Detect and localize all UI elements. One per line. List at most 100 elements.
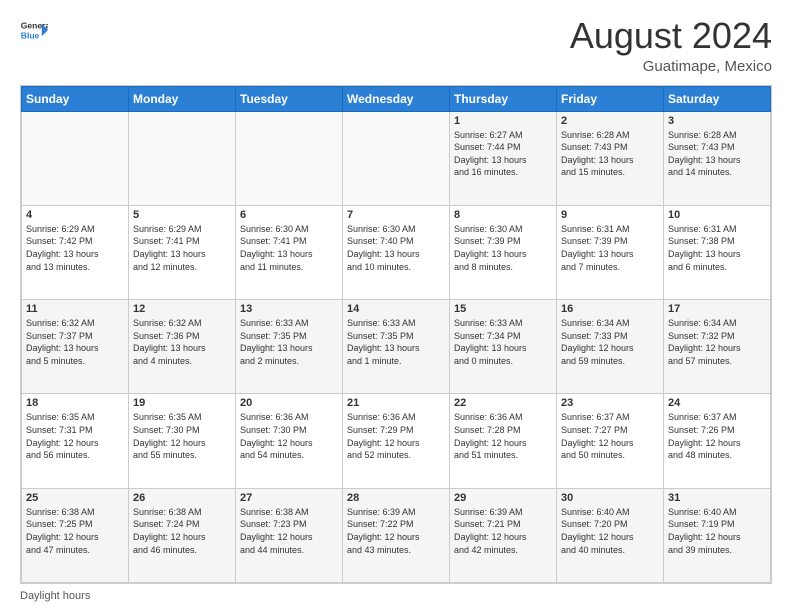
calendar-header-row: Sunday Monday Tuesday Wednesday Thursday…: [22, 86, 771, 111]
day-number: 20: [240, 397, 338, 409]
calendar-week-5: 25Sunrise: 6:38 AMSunset: 7:25 PMDayligh…: [22, 488, 771, 582]
day-info: Sunrise: 6:39 AMSunset: 7:21 PMDaylight:…: [454, 506, 552, 556]
calendar-cell: 25Sunrise: 6:38 AMSunset: 7:25 PMDayligh…: [22, 488, 129, 582]
day-info: Sunrise: 6:33 AMSunset: 7:34 PMDaylight:…: [454, 317, 552, 367]
calendar-cell: 29 Sunrise: 6:39 AMSunset: 7:21 PMDayligh…: [450, 488, 557, 582]
day-number: 28: [347, 492, 445, 504]
day-number: 27: [240, 492, 338, 504]
day-info: Sunrise: 6:39 AMSunset: 7:22 PMDaylight:…: [347, 506, 445, 556]
logo-icon: General Blue: [20, 16, 48, 44]
day-number: 11: [26, 303, 124, 315]
calendar-cell: 7 Sunrise: 6:30 AMSunset: 7:40 PMDaylight…: [343, 205, 450, 299]
calendar-cell: 9 Sunrise: 6:31 AMSunset: 7:39 PMDaylight…: [557, 205, 664, 299]
day-number: 10: [668, 209, 766, 221]
day-info: Sunrise: 6:27 AMSunset: 7:44 PMDaylight:…: [454, 129, 552, 179]
day-number: 2: [561, 115, 659, 127]
day-number: 9: [561, 209, 659, 221]
calendar-cell: 5 Sunrise: 6:29 AMSunset: 7:41 PMDaylight…: [129, 205, 236, 299]
calendar-cell: [22, 111, 129, 205]
day-info: Sunrise: 6:38 AMSunset: 7:24 PMDaylight:…: [133, 506, 231, 556]
calendar-cell: 1 Sunrise: 6:27 AMSunset: 7:44 PMDaylight…: [450, 111, 557, 205]
day-info: Sunrise: 6:36 AMSunset: 7:30 PMDaylight:…: [240, 411, 338, 461]
day-number: 18: [26, 397, 124, 409]
calendar-cell: 4 Sunrise: 6:29 AMSunset: 7:42 PMDaylight…: [22, 205, 129, 299]
col-saturday: Saturday: [664, 86, 771, 111]
day-info: Sunrise: 6:28 AMSunset: 7:43 PMDaylight:…: [561, 129, 659, 179]
day-number: 26: [133, 492, 231, 504]
calendar-cell: [129, 111, 236, 205]
day-info: Sunrise: 6:34 AMSunset: 7:32 PMDaylight:…: [668, 317, 766, 367]
day-info: Sunrise: 6:35 AMSunset: 7:31 PMDaylight:…: [26, 411, 124, 461]
calendar-cell: 28 Sunrise: 6:39 AMSunset: 7:22 PMDayligh…: [343, 488, 450, 582]
calendar-week-2: 4 Sunrise: 6:29 AMSunset: 7:42 PMDaylight…: [22, 205, 771, 299]
calendar-week-4: 18 Sunrise: 6:35 AMSunset: 7:31 PMDayligh…: [22, 394, 771, 488]
day-info: Sunrise: 6:33 AMSunset: 7:35 PMDaylight:…: [347, 317, 445, 367]
day-info: Sunrise: 6:31 AMSunset: 7:38 PMDaylight:…: [668, 223, 766, 273]
day-info: Sunrise: 6:29 AMSunset: 7:41 PMDaylight:…: [133, 223, 231, 273]
day-number: 16: [561, 303, 659, 315]
calendar-cell: 23 Sunrise: 6:37 AMSunset: 7:27 PMDayligh…: [557, 394, 664, 488]
calendar-week-1: 1 Sunrise: 6:27 AMSunset: 7:44 PMDaylight…: [22, 111, 771, 205]
day-info: Sunrise: 6:37 AMSunset: 7:27 PMDaylight:…: [561, 411, 659, 461]
day-number: 29: [454, 492, 552, 504]
calendar-cell: 8 Sunrise: 6:30 AMSunset: 7:39 PMDaylight…: [450, 205, 557, 299]
calendar-cell: 11 Sunrise: 6:32 AMSunset: 7:37 PMDayligh…: [22, 300, 129, 394]
calendar-cell: 17Sunrise: 6:34 AMSunset: 7:32 PMDayligh…: [664, 300, 771, 394]
calendar-cell: 30Sunrise: 6:40 AMSunset: 7:20 PMDayligh…: [557, 488, 664, 582]
subtitle: Guatimape, Mexico: [570, 58, 772, 75]
calendar-cell: 13 Sunrise: 6:33 AMSunset: 7:35 PMDayligh…: [236, 300, 343, 394]
day-number: 1: [454, 115, 552, 127]
day-number: 4: [26, 209, 124, 221]
col-thursday: Thursday: [450, 86, 557, 111]
col-monday: Monday: [129, 86, 236, 111]
title-block: August 2024 Guatimape, Mexico: [570, 16, 772, 75]
calendar-cell: 21Sunrise: 6:36 AMSunset: 7:29 PMDayligh…: [343, 394, 450, 488]
day-number: 8: [454, 209, 552, 221]
day-number: 12: [133, 303, 231, 315]
col-tuesday: Tuesday: [236, 86, 343, 111]
day-number: 13: [240, 303, 338, 315]
calendar-cell: [343, 111, 450, 205]
calendar-cell: 18 Sunrise: 6:35 AMSunset: 7:31 PMDayligh…: [22, 394, 129, 488]
header: General Blue August 2024 Guatimape, Mexi…: [20, 16, 772, 75]
day-info: Sunrise: 6:33 AMSunset: 7:35 PMDaylight:…: [240, 317, 338, 367]
calendar-cell: 6 Sunrise: 6:30 AMSunset: 7:41 PMDaylight…: [236, 205, 343, 299]
calendar-cell: 15Sunrise: 6:33 AMSunset: 7:34 PMDayligh…: [450, 300, 557, 394]
day-info: Sunrise: 6:36 AMSunset: 7:28 PMDaylight:…: [454, 411, 552, 461]
day-info: Sunrise: 6:29 AMSunset: 7:42 PMDaylight:…: [26, 223, 124, 273]
calendar-cell: 14 Sunrise: 6:33 AMSunset: 7:35 PMDayligh…: [343, 300, 450, 394]
calendar-cell: 2 Sunrise: 6:28 AMSunset: 7:43 PMDaylight…: [557, 111, 664, 205]
day-number: 23: [561, 397, 659, 409]
page: General Blue August 2024 Guatimape, Mexi…: [0, 0, 792, 612]
day-info: Sunrise: 6:30 AMSunset: 7:41 PMDaylight:…: [240, 223, 338, 273]
day-info: Sunrise: 6:35 AMSunset: 7:30 PMDaylight:…: [133, 411, 231, 461]
day-info: Sunrise: 6:30 AMSunset: 7:39 PMDaylight:…: [454, 223, 552, 273]
day-info: Sunrise: 6:31 AMSunset: 7:39 PMDaylight:…: [561, 223, 659, 273]
day-info: Sunrise: 6:32 AMSunset: 7:37 PMDaylight:…: [26, 317, 124, 367]
day-info: Sunrise: 6:32 AMSunset: 7:36 PMDaylight:…: [133, 317, 231, 367]
calendar-cell: 20 Sunrise: 6:36 AMSunset: 7:30 PMDayligh…: [236, 394, 343, 488]
day-number: 21: [347, 397, 445, 409]
calendar-cell: 3 Sunrise: 6:28 AMSunset: 7:43 PMDaylight…: [664, 111, 771, 205]
calendar: Sunday Monday Tuesday Wednesday Thursday…: [20, 85, 772, 584]
day-number: 7: [347, 209, 445, 221]
logo: General Blue: [20, 16, 48, 44]
day-info: Sunrise: 6:30 AMSunset: 7:40 PMDaylight:…: [347, 223, 445, 273]
footer: Daylight hours: [20, 590, 772, 602]
calendar-cell: 26 Sunrise: 6:38 AMSunset: 7:24 PMDayligh…: [129, 488, 236, 582]
col-sunday: Sunday: [22, 86, 129, 111]
day-info: Sunrise: 6:37 AMSunset: 7:26 PMDaylight:…: [668, 411, 766, 461]
day-number: 14: [347, 303, 445, 315]
day-info: Sunrise: 6:38 AMSunset: 7:25 PMDaylight:…: [26, 506, 124, 556]
calendar-cell: 24Sunrise: 6:37 AMSunset: 7:26 PMDayligh…: [664, 394, 771, 488]
calendar-cell: 22Sunrise: 6:36 AMSunset: 7:28 PMDayligh…: [450, 394, 557, 488]
day-info: Sunrise: 6:38 AMSunset: 7:23 PMDaylight:…: [240, 506, 338, 556]
day-info: Sunrise: 6:40 AMSunset: 7:20 PMDaylight:…: [561, 506, 659, 556]
day-number: 6: [240, 209, 338, 221]
day-number: 3: [668, 115, 766, 127]
calendar-cell: 16Sunrise: 6:34 AMSunset: 7:33 PMDayligh…: [557, 300, 664, 394]
daylight-label: Daylight hours: [20, 590, 90, 602]
day-number: 5: [133, 209, 231, 221]
day-info: Sunrise: 6:28 AMSunset: 7:43 PMDaylight:…: [668, 129, 766, 179]
calendar-cell: 27 Sunrise: 6:38 AMSunset: 7:23 PMDayligh…: [236, 488, 343, 582]
